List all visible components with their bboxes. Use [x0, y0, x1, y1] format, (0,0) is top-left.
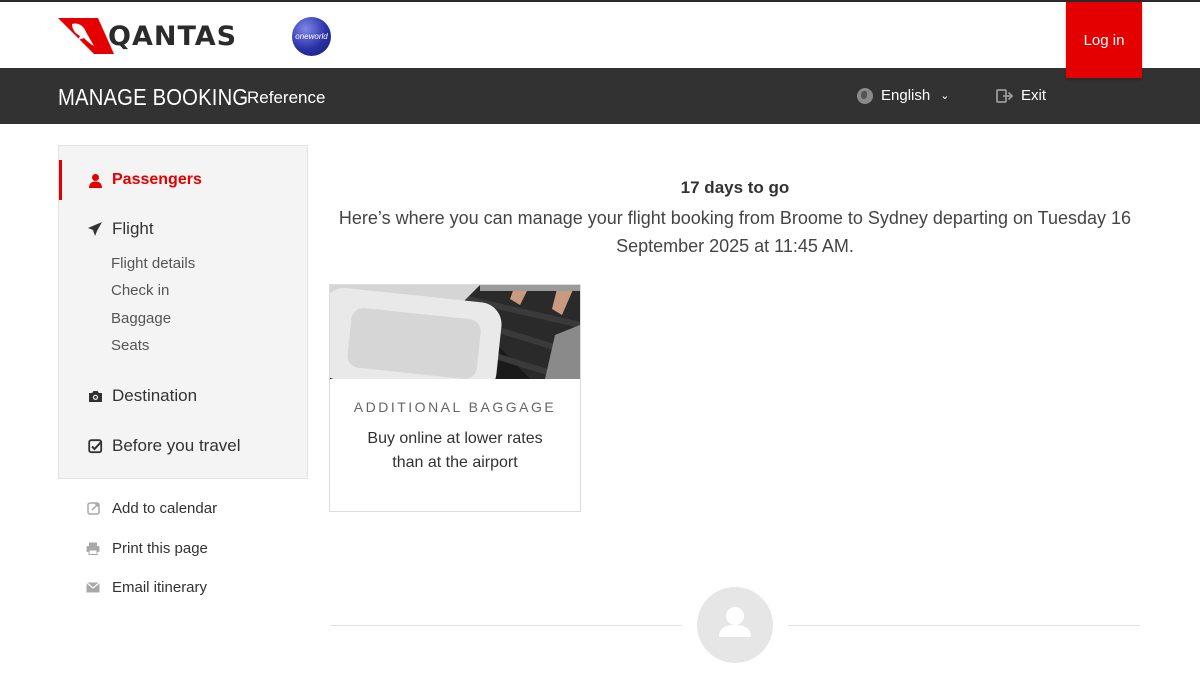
booking-summary: Here’s where you can manage your flight …: [338, 208, 1132, 256]
login-button[interactable]: Log in: [1066, 2, 1142, 78]
language-label: English: [881, 87, 931, 104]
card-description: Buy online at lower rates than at the ai…: [367, 430, 543, 471]
sidebar-subitem-check-in[interactable]: Check in: [111, 282, 169, 299]
checkbox-icon: [87, 438, 103, 454]
add-to-calendar-link[interactable]: Add to calendar: [86, 500, 217, 517]
sidebar-item-label: Before you travel: [112, 436, 241, 455]
utility-label: Email itinerary: [112, 579, 208, 596]
utility-label: Print this page: [112, 540, 208, 557]
avatar: [697, 587, 773, 663]
sidebar-item-label: Passengers: [112, 171, 202, 188]
sidebar-item-flight[interactable]: Flight: [87, 219, 154, 239]
sidebar-nav: Passengers Flight Flight details Check i…: [58, 145, 308, 479]
card-eyebrow: ADDITIONAL BAGGAGE: [353, 399, 557, 415]
sidebar-item-destination[interactable]: Destination: [87, 386, 197, 406]
email-itinerary-link[interactable]: Email itinerary: [86, 579, 207, 596]
language-selector[interactable]: English ⌄: [857, 87, 949, 104]
user-silhouette-icon: [719, 607, 751, 637]
exit-label: Exit: [1021, 87, 1047, 104]
kangaroo-logo-icon: [58, 18, 114, 54]
sidebar-subitem-flight-details[interactable]: Flight details: [111, 255, 195, 272]
divider-left: [330, 625, 682, 626]
printer-icon: [86, 542, 100, 555]
booking-reference: Reference: [247, 88, 326, 107]
print-page-link[interactable]: Print this page: [86, 540, 208, 557]
envelope-icon: [86, 582, 100, 593]
exit-link[interactable]: Exit: [996, 87, 1046, 104]
qantas-logo[interactable]: QANTAS: [58, 16, 237, 56]
sidebar-subitem-seats[interactable]: Seats: [111, 337, 149, 354]
additional-baggage-card[interactable]: ADDITIONAL BAGGAGE Buy online at lower r…: [329, 284, 581, 512]
site-header: QANTAS oneworld Log in: [0, 2, 1200, 78]
exit-icon: [996, 88, 1013, 103]
countdown-heading: 17 days to go: [680, 178, 790, 197]
sidebar-item-before-you-travel[interactable]: Before you travel: [87, 436, 241, 456]
sidebar-item-label: Destination: [112, 386, 198, 405]
manage-booking-bar: MANAGE BOOKING Reference English ⌄ Exit: [0, 68, 1200, 124]
baggage-image: [330, 285, 580, 379]
sidebar-subitem-baggage[interactable]: Baggage: [111, 310, 171, 327]
person-icon: [87, 173, 103, 188]
sidebar-item-passengers[interactable]: Passengers: [87, 171, 202, 189]
chevron-down-icon: ⌄: [940, 90, 950, 102]
camera-icon: [87, 390, 103, 403]
brand-wordmark: QANTAS: [108, 20, 238, 52]
globe-icon: [857, 87, 873, 104]
utility-label: Add to calendar: [112, 500, 218, 517]
oneworld-wordmark: oneworld: [295, 32, 328, 41]
page-title: MANAGE BOOKING: [58, 84, 249, 110]
calendar-icon: [86, 502, 100, 515]
plane-icon: [87, 221, 103, 237]
active-indicator: [59, 160, 62, 200]
oneworld-logo: oneworld: [292, 17, 331, 56]
sidebar-item-label: Flight: [112, 219, 154, 238]
divider-right: [788, 625, 1140, 626]
